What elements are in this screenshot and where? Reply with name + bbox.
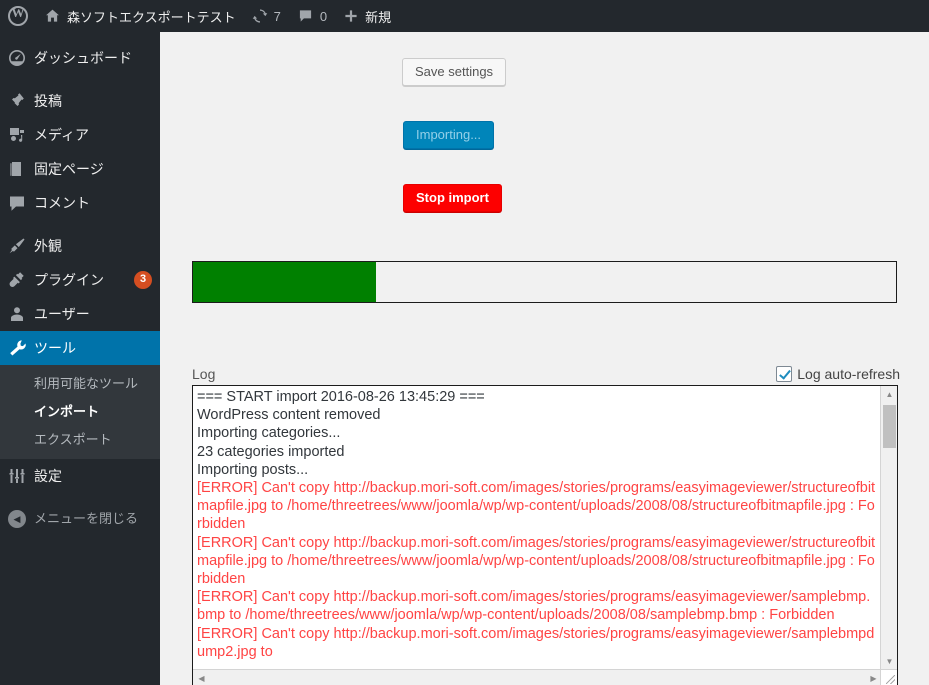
wordpress-logo-button[interactable]	[0, 0, 36, 32]
save-settings-button[interactable]: Save settings	[402, 58, 507, 86]
sidebar-item-label: メディア	[34, 127, 90, 143]
stop-import-button[interactable]: Stop import	[403, 184, 502, 212]
log-line: Importing categories...	[197, 425, 341, 442]
tools-submenu: 利用可能なツール インポート エクスポート	[0, 365, 160, 459]
plugin-plug-icon	[0, 270, 34, 290]
media-icon	[0, 125, 34, 145]
collapse-menu-label: メニューを閉じる	[34, 511, 139, 526]
page-icon	[0, 159, 34, 179]
sidebar-item-dashboard[interactable]: ダッシュボード	[0, 41, 160, 75]
log-line-error: [ERROR] Can't copy http://backup.mori-so…	[197, 625, 875, 660]
sidebar-item-label: ツール	[34, 340, 76, 356]
site-name-button[interactable]: 森ソフトエクスポートテスト	[36, 0, 244, 32]
sidebar-item-comments[interactable]: コメント	[0, 186, 160, 220]
scroll-down-arrow-icon[interactable]: ▼	[881, 653, 897, 670]
new-content-button[interactable]: 新規	[335, 0, 399, 32]
sidebar-item-media[interactable]: メディア	[0, 118, 160, 152]
wordpress-logo-icon	[8, 5, 28, 26]
tools-wrench-icon	[0, 338, 34, 358]
log-auto-refresh-control[interactable]: Log auto-refresh	[776, 366, 900, 382]
admin-bar: 森ソフトエクスポートテスト 7 0 新規	[0, 0, 929, 32]
sidebar-item-appearance[interactable]: 外観	[0, 229, 160, 263]
comment-icon	[0, 193, 34, 213]
sidebar-item-posts[interactable]: 投稿	[0, 84, 160, 118]
admin-sidebar-menu: ダッシュボード 投稿 メディア 固定ページ コメント 外観 プラグイン 3 ユー…	[0, 32, 168, 685]
user-icon	[0, 304, 34, 324]
site-name-label: 森ソフトエクスポートテスト	[67, 9, 236, 25]
pin-icon	[0, 91, 34, 111]
settings-sliders-icon	[0, 466, 34, 486]
updates-count: 7	[273, 8, 281, 24]
log-horizontal-scrollbar[interactable]: ◀ ▶	[193, 669, 882, 685]
comment-bubble-icon	[299, 10, 311, 22]
log-line: Importing posts...	[197, 461, 309, 478]
collapse-menu-button[interactable]: ◀ メニューを閉じる	[0, 502, 160, 536]
scroll-left-arrow-icon[interactable]: ◀	[193, 670, 210, 685]
sidebar-item-tools[interactable]: ツール	[0, 331, 168, 365]
log-content: === START import 2016-08-26 13:45:29 ===…	[193, 386, 881, 669]
log-line-error: [ERROR] Can't copy http://backup.mori-so…	[197, 589, 871, 624]
sidebar-item-label: 外観	[34, 238, 62, 254]
importing-status-button[interactable]: Importing...	[403, 121, 495, 149]
sidebar-item-label: 固定ページ	[34, 161, 104, 177]
sidebar-item-label: ユーザー	[34, 306, 90, 322]
sidebar-item-label: プラグイン	[34, 272, 104, 288]
menu-spacer-3	[0, 493, 160, 502]
plugins-update-badge: 3	[134, 271, 152, 289]
log-label: Log	[192, 366, 216, 382]
sidebar-item-label: ダッシュボード	[34, 50, 132, 66]
appearance-brush-icon	[0, 236, 34, 256]
dashboard-icon	[0, 48, 34, 68]
submenu-item-import[interactable]: インポート	[0, 398, 160, 426]
comments-count: 0	[319, 8, 328, 24]
log-line-error: [ERROR] Can't copy http://backup.mori-so…	[197, 480, 876, 533]
submenu-item-export[interactable]: エクスポート	[0, 426, 160, 454]
sidebar-item-label: 投稿	[34, 93, 62, 109]
comments-button[interactable]: 0	[289, 0, 335, 32]
sidebar-item-settings[interactable]: 設定	[0, 459, 160, 493]
import-progress-bar	[192, 261, 897, 303]
log-vertical-scrollbar[interactable]: ▲ ▼	[880, 386, 897, 670]
updates-button[interactable]: 7	[244, 0, 289, 32]
log-auto-refresh-label: Log auto-refresh	[797, 366, 900, 382]
plus-icon	[345, 10, 357, 22]
menu-spacer-1	[0, 75, 160, 84]
import-progress-fill	[193, 262, 376, 302]
log-line: 23 categories imported	[197, 443, 345, 460]
new-content-label: 新規	[365, 9, 392, 25]
scroll-up-arrow-icon[interactable]: ▲	[881, 386, 897, 403]
log-line: WordPress content removed	[197, 407, 381, 424]
sidebar-item-pages[interactable]: 固定ページ	[0, 152, 160, 186]
collapse-arrow-icon: ◀	[0, 510, 34, 528]
log-line: === START import 2016-08-26 13:45:29 ===	[197, 389, 485, 405]
log-auto-refresh-checkbox[interactable]	[776, 366, 793, 382]
submenu-item-available-tools[interactable]: 利用可能なツール	[0, 370, 160, 398]
sidebar-item-plugins[interactable]: プラグイン 3	[0, 263, 160, 297]
log-textarea[interactable]: === START import 2016-08-26 13:45:29 ===…	[192, 385, 898, 685]
updates-icon	[252, 9, 267, 23]
main-content-area: Save settings Importing... Stop import L…	[160, 32, 929, 685]
menu-spacer-top	[0, 32, 160, 41]
sidebar-item-label: 設定	[34, 468, 62, 484]
vertical-scroll-thumb[interactable]	[883, 405, 896, 448]
log-line-error: [ERROR] Can't copy http://backup.mori-so…	[197, 534, 876, 588]
sidebar-item-label: コメント	[34, 195, 90, 211]
sidebar-item-users[interactable]: ユーザー	[0, 297, 160, 331]
resize-grip-icon[interactable]	[880, 669, 897, 685]
home-icon	[46, 9, 59, 22]
menu-spacer-2	[0, 220, 160, 229]
